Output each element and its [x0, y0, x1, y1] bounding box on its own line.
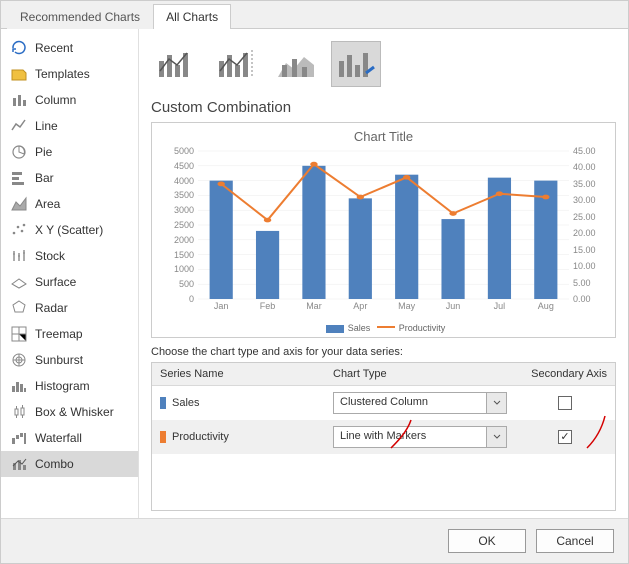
x-axis: JanFebMarAprMayJunJulAug	[198, 301, 569, 315]
sidebar-label: Combo	[35, 457, 74, 471]
series-row-sales: Sales Clustered Column	[152, 386, 615, 420]
sidebar-item-treemap[interactable]: Treemap	[1, 321, 138, 347]
sidebar-item-recent[interactable]: Recent	[1, 35, 138, 61]
sidebar-item-waterfall[interactable]: Waterfall	[1, 425, 138, 451]
tab-recommended[interactable]: Recommended Charts	[7, 4, 153, 29]
section-title: Custom Combination	[151, 97, 616, 122]
sidebar-item-bar[interactable]: Bar	[1, 165, 138, 191]
sidebar-label: Templates	[35, 67, 90, 81]
sidebar-item-line[interactable]: Line	[1, 113, 138, 139]
sidebar-item-radar[interactable]: Radar	[1, 295, 138, 321]
sidebar-label: Pie	[35, 145, 52, 159]
y-axis-right: 45.0040.0035.0030.0025.0020.0015.0010.00…	[569, 151, 613, 299]
insert-chart-dialog: Recommended Charts All Charts Recent Tem…	[0, 0, 629, 564]
sidebar-label: Waterfall	[35, 431, 82, 445]
sidebar-item-area[interactable]: Area	[1, 191, 138, 217]
chevron-down-icon[interactable]	[487, 392, 507, 414]
sidebar-label: Recent	[35, 41, 73, 55]
scatter-icon	[11, 222, 27, 238]
sidebar-label: Sunburst	[35, 353, 83, 367]
series-swatch	[160, 431, 166, 443]
sidebar-item-stock[interactable]: Stock	[1, 243, 138, 269]
chart-legend: Sales Productivity	[152, 323, 615, 333]
box-whisker-icon	[11, 404, 27, 420]
sidebar-label: Box & Whisker	[35, 405, 114, 419]
sidebar-item-boxwhisker[interactable]: Box & Whisker	[1, 399, 138, 425]
chart-preview: Chart Title 5000450040003500300025002000…	[151, 122, 616, 338]
treemap-icon	[11, 326, 27, 342]
secondary-axis-checkbox-productivity[interactable]	[558, 430, 572, 444]
line-icon	[11, 118, 27, 134]
chart-type-select-productivity[interactable]: Line with Markers	[333, 426, 507, 448]
stock-icon	[11, 248, 27, 264]
y-axis-left: 5000450040003500300025002000150010005000	[154, 151, 198, 299]
sidebar-label: Column	[35, 93, 76, 107]
column-icon	[11, 92, 27, 108]
sidebar-item-surface[interactable]: Surface	[1, 269, 138, 295]
series-name-label: Productivity	[172, 431, 229, 443]
tab-all-charts[interactable]: All Charts	[153, 4, 231, 29]
series-row-productivity: Productivity Line with Markers	[152, 420, 615, 454]
ok-button[interactable]: OK	[448, 529, 526, 553]
waterfall-icon	[11, 430, 27, 446]
templates-icon	[11, 66, 27, 82]
chart-title: Chart Title	[152, 123, 615, 144]
sidebar-label: X Y (Scatter)	[35, 223, 103, 237]
subtype-clustered-column-line[interactable]	[151, 41, 201, 87]
sidebar-item-pie[interactable]: Pie	[1, 139, 138, 165]
sidebar-item-column[interactable]: Column	[1, 87, 138, 113]
subtype-stacked-area-column[interactable]	[271, 41, 321, 87]
radar-icon	[11, 300, 27, 316]
chart-type-select-sales[interactable]: Clustered Column	[333, 392, 507, 414]
recent-icon	[11, 40, 27, 56]
head-secondary-axis: Secondary Axis	[515, 363, 615, 385]
chart-category-sidebar: Recent Templates Column Line Pie Bar	[1, 29, 139, 518]
histogram-icon	[11, 378, 27, 394]
surface-icon	[11, 274, 27, 290]
sidebar-item-templates[interactable]: Templates	[1, 61, 138, 87]
bar-icon	[11, 170, 27, 186]
sidebar-item-combo[interactable]: Combo	[1, 451, 138, 477]
sunburst-icon	[11, 352, 27, 368]
head-series-name: Series Name	[152, 363, 325, 385]
sidebar-label: Bar	[35, 171, 54, 185]
sidebar-label: Surface	[35, 275, 76, 289]
series-grid: Series Name Chart Type Secondary Axis Sa…	[151, 362, 616, 511]
sidebar-item-scatter[interactable]: X Y (Scatter)	[1, 217, 138, 243]
sidebar-item-sunburst[interactable]: Sunburst	[1, 347, 138, 373]
sidebar-item-histogram[interactable]: Histogram	[1, 373, 138, 399]
head-chart-type: Chart Type	[325, 363, 515, 385]
series-prompt: Choose the chart type and axis for your …	[151, 338, 616, 362]
subtype-clustered-column-line-secondary[interactable]	[211, 41, 261, 87]
legend-swatch-sales	[326, 325, 344, 333]
subtype-custom-combination[interactable]	[331, 41, 381, 87]
combo-subtype-row	[151, 37, 616, 97]
legend-label: Sales	[348, 323, 371, 333]
cancel-button[interactable]: Cancel	[536, 529, 614, 553]
sidebar-label: Radar	[35, 301, 68, 315]
sidebar-label: Stock	[35, 249, 65, 263]
sidebar-label: Area	[35, 197, 60, 211]
tab-strip: Recommended Charts All Charts	[1, 1, 628, 29]
series-name-label: Sales	[172, 397, 200, 409]
legend-label: Productivity	[399, 323, 446, 333]
legend-swatch-productivity	[377, 326, 395, 328]
series-grid-empty	[152, 454, 615, 510]
dialog-footer: OK Cancel	[1, 518, 628, 563]
sidebar-label: Treemap	[35, 327, 83, 341]
chevron-down-icon[interactable]	[487, 426, 507, 448]
sidebar-label: Line	[35, 119, 58, 133]
series-swatch	[160, 397, 166, 409]
combo-icon	[11, 456, 27, 472]
series-grid-header: Series Name Chart Type Secondary Axis	[152, 363, 615, 386]
secondary-axis-checkbox-sales[interactable]	[558, 396, 572, 410]
area-icon	[11, 196, 27, 212]
sidebar-label: Histogram	[35, 379, 90, 393]
plot-area	[198, 151, 569, 299]
pie-icon	[11, 144, 27, 160]
